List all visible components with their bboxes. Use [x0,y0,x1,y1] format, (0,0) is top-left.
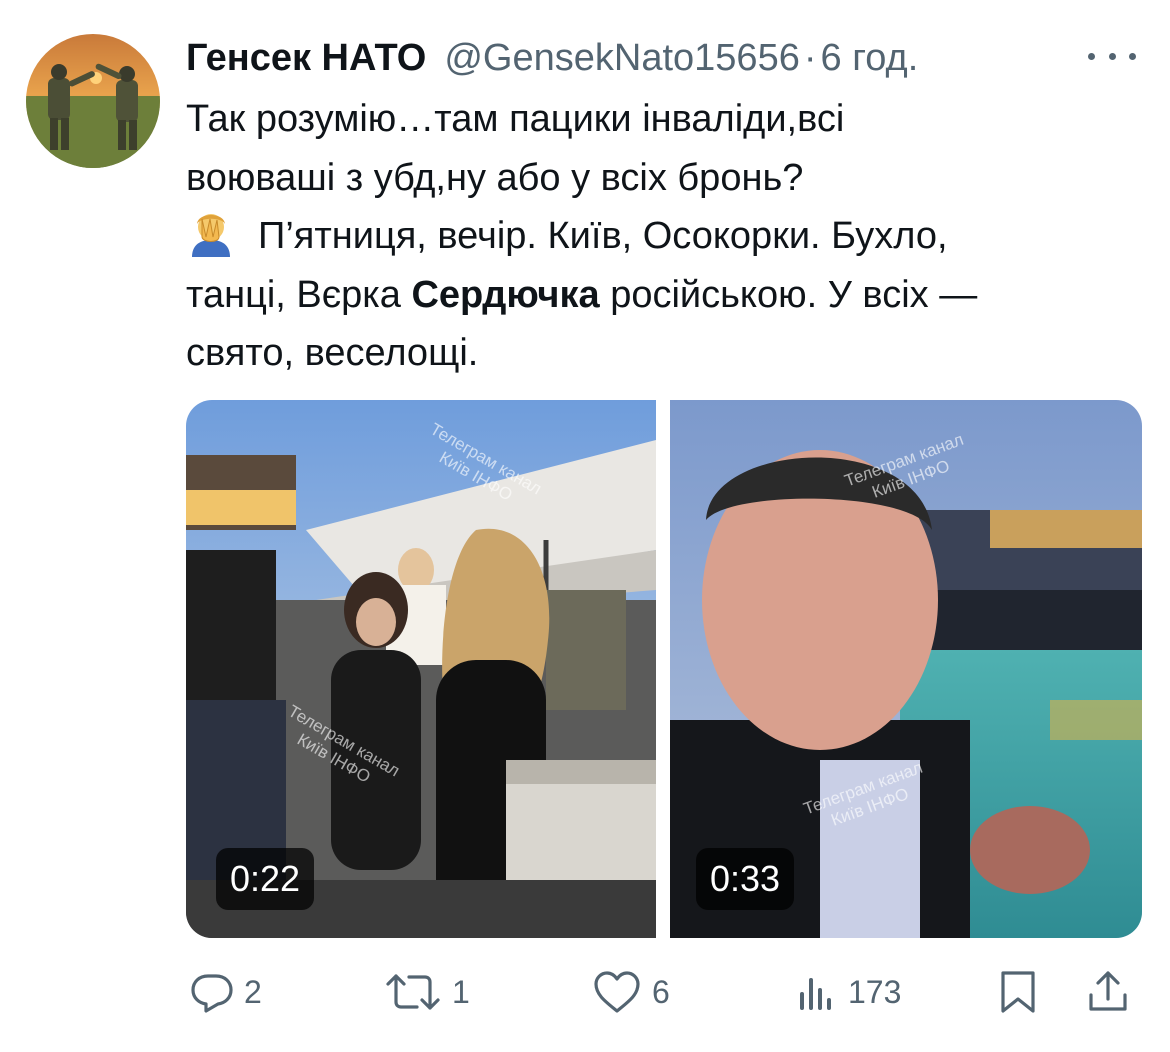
views-icon [800,978,831,1010]
tweet-text-line: П’ятниця, вечір. Київ, Осокорки. Бухло, [186,207,1146,266]
tweet-timestamp[interactable]: 6 год. [821,37,919,80]
more-dot [1088,52,1095,60]
share-button[interactable] [1086,962,1130,1022]
facepalm-emoji [192,214,230,257]
reply-button[interactable]: 2 [190,962,262,1022]
share-icon [1089,971,1127,1011]
tweet-text-line: воюваші з убд,ну або у всіх бронь? [186,156,804,199]
action-bar: 2 1 6 173 [186,962,1142,1022]
tweet-text-segment: П’ятниця, вечір. Київ, Осокорки. Бухло, [258,215,948,257]
tweet-text-segment: російською. У всіх — [599,273,978,316]
like-button[interactable]: 6 [592,962,670,1022]
reply-icon [191,974,233,1013]
video-duration-badge: 0:22 [216,848,315,910]
bookmark-icon [1001,971,1035,1013]
video-thumbnail[interactable]: Телеграм канал Київ ІНФО Телеграм канал … [186,400,656,938]
views-button[interactable]: 173 [794,962,901,1022]
author-handle[interactable]: @GensekNato15656 [444,37,799,80]
header-separator: · [803,36,817,79]
avatar-image [26,34,160,168]
retweet-button[interactable]: 1 [384,962,470,1022]
tweet-text-line: танці, Вєрка Сердючка російською. У всіх… [186,266,1146,325]
retweet-count: 1 [452,973,470,1010]
tweet-text-bold: Сердючка [411,273,600,316]
like-icon [594,971,640,1013]
tweet-text: Так розумію…там пацики інваліди,всі воюв… [186,90,1146,383]
tweet-text-line: Так розумію…там пацики інваліди,всі [186,98,845,140]
tweet-text-line: свято, веселощі. [186,332,479,374]
media-grid: Телеграм канал Київ ІНФО Телеграм канал … [186,400,1142,938]
reply-count: 2 [244,973,262,1010]
more-dot [1108,52,1116,60]
tweet-text-segment: танці, Вєрка [186,273,412,316]
tweet-header: Генсек НАТО @GensekNato15656 · 6 год. [186,30,918,86]
like-count: 6 [652,973,670,1010]
retweet-icon [386,974,440,1010]
bookmark-button[interactable] [998,962,1038,1022]
more-dot [1129,52,1136,60]
avatar[interactable] [26,34,160,168]
video-duration-badge: 0:33 [696,848,795,910]
tweet[interactable]: Генсек НАТО @GensekNato15656 · 6 год. Та… [0,0,1170,1052]
video-thumbnail[interactable]: Телеграм канал Київ ІНФО Телеграм канал … [670,400,1142,938]
more-options-icon[interactable] [1088,44,1136,68]
views-count: 173 [848,973,902,1010]
author-display-name[interactable]: Генсек НАТО [186,37,426,80]
